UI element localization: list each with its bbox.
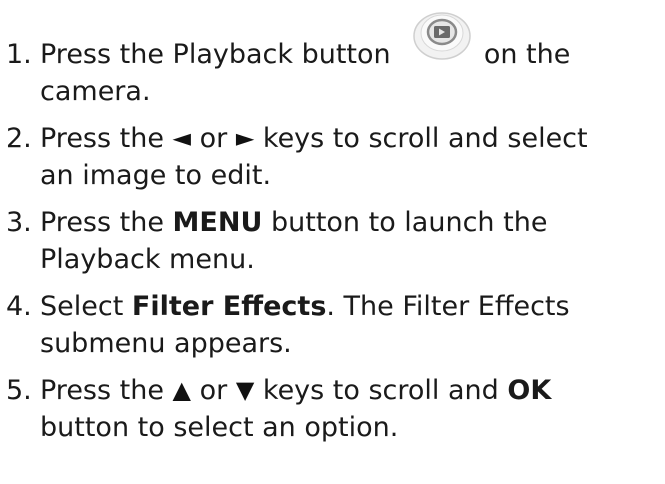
step-text: Select <box>40 291 124 322</box>
left-arrow-icon: ◄ <box>172 124 192 152</box>
step-text: Press the <box>40 207 164 238</box>
step-3: 3. Press the MENU button to launch the P… <box>6 204 661 278</box>
step-number: 5. <box>6 375 32 406</box>
step-text: or <box>199 123 228 154</box>
step-text: Press the <box>40 123 164 154</box>
step-number: 4. <box>6 291 32 322</box>
step-text-continuation: an image to edit. <box>40 160 272 191</box>
step-5: 5. Press the ▲ or ▼ keys to scroll and O… <box>6 372 661 446</box>
step-text: or <box>199 375 228 406</box>
down-arrow-icon: ▼ <box>235 376 255 404</box>
up-arrow-icon: ▲ <box>172 376 192 404</box>
step-1: 1. Press the Playback button on the came… <box>6 36 661 110</box>
step-text-continuation: Playback menu. <box>40 244 255 275</box>
step-text-continuation: button to select an option. <box>40 412 399 443</box>
step-4: 4. Select Filter Effects. The Filter Eff… <box>6 288 661 362</box>
step-text-continuation: camera. <box>40 76 151 107</box>
step-text: . The Filter Effects <box>326 291 570 322</box>
right-arrow-icon: ► <box>235 124 255 152</box>
step-text: Press the <box>40 375 164 406</box>
step-text: keys to scroll and <box>262 375 499 406</box>
step-text-continuation: submenu appears. <box>40 328 292 359</box>
menu-key-label: MENU <box>172 207 263 238</box>
step-number: 2. <box>6 123 32 154</box>
step-text: on the <box>483 39 571 70</box>
ok-key-label: OK <box>507 375 552 406</box>
filter-effects-label: Filter Effects <box>131 291 327 322</box>
steps-list: 1. Press the Playback button on the came… <box>6 0 661 446</box>
step-number: 1. <box>6 39 32 70</box>
step-text: keys to scroll and select <box>262 123 588 154</box>
step-text: button to launch the <box>270 207 548 238</box>
step-text: Press the Playback button <box>40 39 391 70</box>
step-number: 3. <box>6 207 32 238</box>
step-2: 2. Press the ◄ or ► keys to scroll and s… <box>6 120 661 194</box>
